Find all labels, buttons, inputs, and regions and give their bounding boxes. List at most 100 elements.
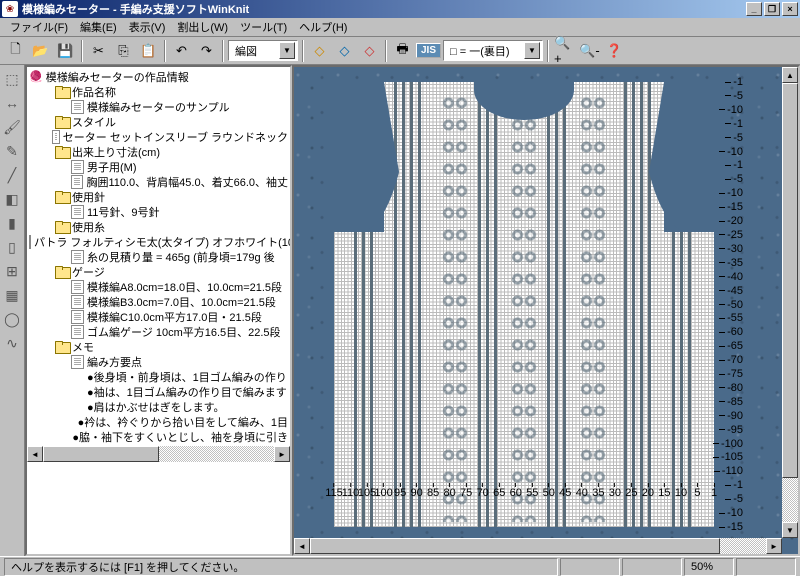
move-tool[interactable]: ↔ [2, 93, 22, 113]
pattern-canvas[interactable]: -1-5-10-1-5-10-1-5-10-15-20-25-30-35-40-… [292, 65, 800, 556]
zoom-out-button[interactable]: 🔍- [578, 40, 601, 62]
tree-item[interactable]: 胸囲110.0、背肩幅45.0、着丈66.0、袖丈 [29, 174, 288, 189]
scroll-right-icon[interactable]: ► [274, 446, 290, 462]
menu-tool[interactable]: ツール(T) [234, 17, 293, 37]
tree-item[interactable]: ●衿は、衿ぐりから拾い目をして編み、1目 [29, 414, 288, 429]
scroll-left-icon[interactable]: ◄ [27, 446, 43, 462]
folder-icon [55, 146, 69, 158]
tree-item[interactable]: 模様編みセーターのサンプル [29, 99, 288, 114]
undo-button[interactable]: ↶ [170, 40, 193, 62]
status-help-text: ヘルプを表示するには [F1] を押してください。 [4, 558, 558, 576]
open-button[interactable]: 📂 [29, 40, 52, 62]
tree-item[interactable]: 編み方要点 [29, 354, 288, 369]
document-icon [71, 280, 84, 294]
document-icon [71, 205, 84, 219]
line-tool[interactable]: ╱ [2, 165, 22, 185]
tree-item[interactable]: ●後身頃・前身頃は、1目ゴム編みの作り [29, 369, 288, 384]
titlebar: ❀ 模様編みセーター - 手編み支援ソフトWinKnit _ ❐ × [0, 0, 800, 18]
tree-folder[interactable]: 作品名称 [29, 84, 288, 99]
tree-panel[interactable]: 🧶模様編みセーターの作品情報作品名称模様編みセーターのサンプルスタイルセーター … [25, 65, 292, 556]
tree-item[interactable]: ●肩はかぶせはぎをします。 [29, 399, 288, 414]
menu-edit[interactable]: 編集(E) [74, 17, 123, 37]
new-button[interactable]: 🗋 [4, 40, 27, 62]
tree-item[interactable]: パトラ フォルティシモ太(太タイプ) オフホワイト(10 [29, 234, 288, 249]
menu-waridashi[interactable]: 割出し(W) [171, 17, 234, 37]
status-panel-2 [622, 558, 682, 576]
tree-item[interactable]: 模様編C10.0cm平方17.0目・21.5段 [29, 309, 288, 324]
pencil-tool[interactable]: ✎ [2, 141, 22, 161]
content-area: ⬚ ↔ 🖌 ✎ ╱ ◧ ▮ ▯ ⊞ ▦ ◯ ∿ 🧶模様編みセーターの作品情報作品… [0, 65, 800, 556]
canvas-v-scrollbar[interactable]: ▲ ▼ [782, 67, 798, 538]
ruler-horizontal: 1151101051009590858075706560555045403530… [334, 485, 714, 499]
folder-icon [55, 86, 69, 98]
paste-button[interactable]: 📋 [137, 40, 160, 62]
tree-item[interactable]: 男子用(M) [29, 159, 288, 174]
menu-file[interactable]: ファイル(F) [4, 17, 74, 37]
tree-item[interactable]: 糸の見積り量 = 465g (前身頃=179g 後 [29, 249, 288, 264]
tree-item[interactable]: ●脇・袖下をすくいとじし、袖を身頃に引き [29, 429, 288, 444]
view-combo-value: 編図 [231, 43, 279, 59]
scroll-right-icon[interactable]: ► [766, 538, 782, 554]
document-icon [71, 100, 84, 114]
tree-h-scrollbar[interactable]: ◄ ► [27, 446, 290, 462]
copy-button[interactable]: ⎘ [112, 40, 135, 62]
tree-root[interactable]: 🧶模様編みセーターの作品情報 [29, 69, 288, 84]
print-button[interactable]: 🖶 [391, 40, 414, 62]
tree-folder[interactable]: メモ [29, 339, 288, 354]
tree-item[interactable]: ゴム編ゲージ 10cm平方16.5目、22.5段 [29, 324, 288, 339]
status-panel-3 [736, 558, 796, 576]
tree-item[interactable]: 模様編A8.0cm=18.0目、10.0cm=21.5段 [29, 279, 288, 294]
maximize-button[interactable]: ❐ [764, 2, 780, 16]
tree-item[interactable]: 模様編B3.0cm=7.0目、10.0cm=21.5段 [29, 294, 288, 309]
redo-button[interactable]: ↷ [195, 40, 218, 62]
close-button[interactable]: × [782, 2, 798, 16]
toolbar: 🗋 📂 💾 ✂ ⎘ 📋 ↶ ↷ 編図 ▼ ◇ ◇ ◇ 🖶 JIS □ = 一(裏… [0, 37, 800, 65]
menu-view[interactable]: 表示(V) [123, 17, 172, 37]
menubar: ファイル(F) 編集(E) 表示(V) 割出し(W) ツール(T) ヘルプ(H) [0, 18, 800, 37]
color-2-button[interactable]: ◇ [333, 40, 356, 62]
window-title: 模様編みセーター - 手編み支援ソフトWinKnit [22, 1, 746, 17]
zoom-in-button[interactable]: 🔍+ [553, 40, 576, 62]
color-3-button[interactable]: ◇ [358, 40, 381, 62]
cut-button[interactable]: ✂ [87, 40, 110, 62]
select-tool[interactable]: ⬚ [2, 69, 22, 89]
document-icon [71, 355, 84, 369]
eraser-tool[interactable]: ◧ [2, 189, 22, 209]
help-button[interactable]: ❓ [603, 40, 626, 62]
document-icon [71, 250, 84, 264]
document-icon [52, 130, 60, 144]
view-combo[interactable]: 編図 ▼ [228, 40, 298, 61]
statusbar: ヘルプを表示するには [F1] を押してください。 50% [0, 556, 800, 576]
rect-tool[interactable]: ▯ [2, 237, 22, 257]
tree-folder[interactable]: ゲージ [29, 264, 288, 279]
menu-help[interactable]: ヘルプ(H) [293, 17, 353, 37]
scroll-down-icon[interactable]: ▼ [782, 522, 798, 538]
tree-folder[interactable]: 出来上り寸法(cm) [29, 144, 288, 159]
tree-item[interactable]: ●袖は、1目ゴム編みの作り目で編みます [29, 384, 288, 399]
tree-item[interactable]: 11号針、9号針 [29, 204, 288, 219]
tree-folder[interactable]: 使用針 [29, 189, 288, 204]
color-1-button[interactable]: ◇ [308, 40, 331, 62]
stitch-combo-value: □ = 一(裏目) [446, 43, 524, 59]
stamp-tool[interactable]: ⊞ [2, 261, 22, 281]
tree-folder[interactable]: スタイル [29, 114, 288, 129]
circle-tool[interactable]: ◯ [2, 309, 22, 329]
document-icon [71, 175, 84, 189]
curve-tool[interactable]: ∿ [2, 333, 22, 353]
tree-folder[interactable]: 使用糸 [29, 219, 288, 234]
fill-tool[interactable]: ▮ [2, 213, 22, 233]
tree-item[interactable]: セーター セットインスリーブ ラウンドネック [29, 129, 288, 144]
scroll-left-icon[interactable]: ◄ [294, 538, 310, 554]
brush-tool[interactable]: 🖌 [2, 117, 22, 137]
canvas-h-scrollbar[interactable]: ◄ ► [294, 538, 782, 554]
scroll-up-icon[interactable]: ▲ [782, 67, 798, 83]
document-icon [71, 295, 84, 309]
save-button[interactable]: 💾 [54, 40, 77, 62]
knit-pattern [334, 82, 714, 527]
grid-tool[interactable]: ▦ [2, 285, 22, 305]
stitch-combo[interactable]: □ = 一(裏目) ▼ [443, 40, 543, 61]
app-icon: ❀ [2, 1, 18, 17]
chevron-down-icon: ▼ [279, 42, 295, 59]
minimize-button[interactable]: _ [746, 2, 762, 16]
document-icon [29, 235, 31, 249]
